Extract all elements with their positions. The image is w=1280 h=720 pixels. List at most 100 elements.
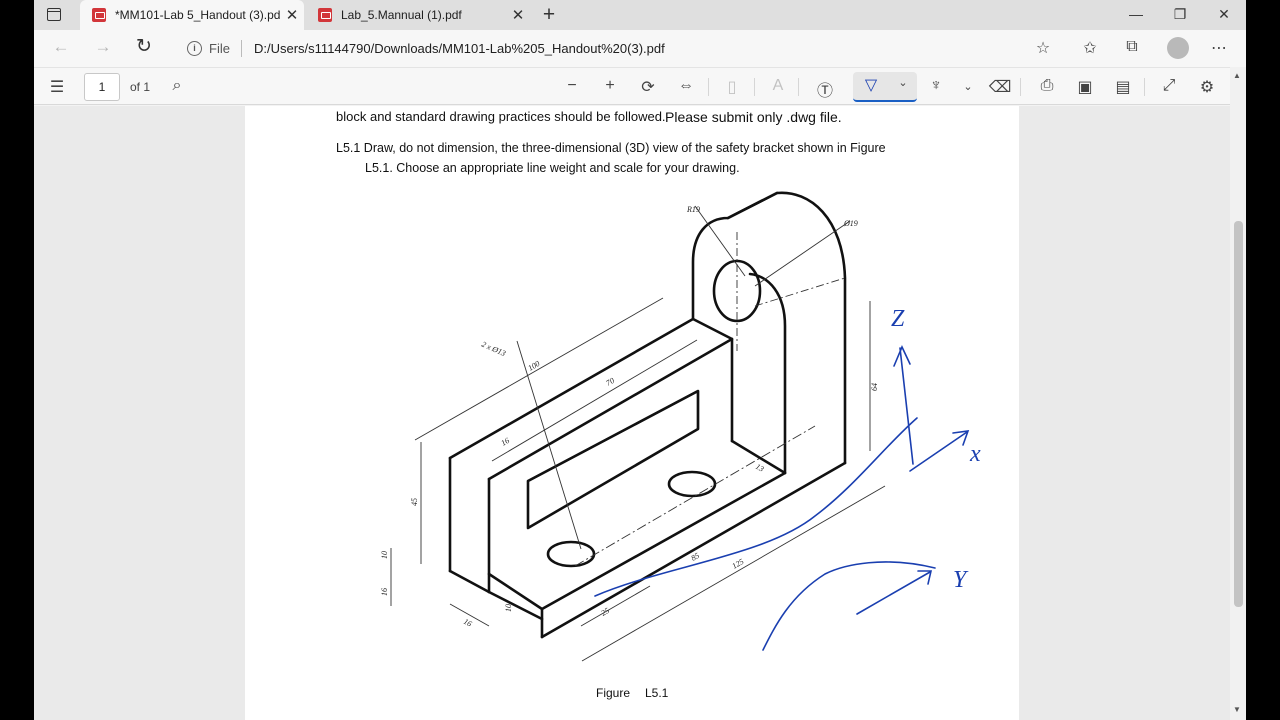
chevron-down-icon[interactable]: ⌄ xyxy=(956,80,980,93)
pdf-file-icon xyxy=(318,8,332,22)
dim-r19: R19 xyxy=(686,205,700,214)
read-aloud-icon[interactable]: A xyxy=(766,77,790,95)
divider xyxy=(798,78,799,96)
dim-16c: 16 xyxy=(462,617,473,629)
ink-y-axis-2 xyxy=(856,571,931,615)
dim-10b: 10 xyxy=(504,604,513,612)
upright-top xyxy=(726,191,779,220)
base-hole-back xyxy=(667,470,717,498)
new-tab-button[interactable]: + xyxy=(537,3,561,27)
dim-100: 100 xyxy=(527,359,542,373)
gear-icon[interactable]: ⚙ xyxy=(1195,77,1219,97)
collections-icon[interactable]: ⧉ xyxy=(1121,38,1143,56)
upright-outline xyxy=(691,191,847,465)
upright-front-edge xyxy=(748,272,787,475)
draw-pen-icon: ▽ xyxy=(864,77,878,94)
address-bar: ← → ↻ i File D:/Users/s11144790/Download… xyxy=(34,30,1246,67)
ink-x-axis xyxy=(909,431,968,472)
back-plate-bottom-front xyxy=(448,569,491,594)
back-button[interactable]: ← xyxy=(50,37,72,57)
leader-dia19 xyxy=(754,220,851,287)
divider xyxy=(1020,78,1021,96)
divider xyxy=(1144,78,1145,96)
back-plate-front-top xyxy=(487,337,734,481)
dim-70: 70 xyxy=(605,376,616,388)
save-as-icon[interactable]: ▤ xyxy=(1111,77,1135,97)
reload-button[interactable]: ↻ xyxy=(133,35,155,58)
rotate-icon[interactable]: ⟳ xyxy=(636,77,660,97)
dim-line-70 xyxy=(491,339,698,462)
dim-line-25 xyxy=(580,585,651,627)
url-field[interactable]: D:/Users/s11144790/Downloads/MM101-Lab%2… xyxy=(254,41,665,56)
figure-caption-number: L5.1 xyxy=(645,686,669,700)
ink-label-x: x xyxy=(969,441,981,467)
tab-handout[interactable]: *MM101-Lab 5_Handout (3).pdf ✕ xyxy=(80,0,304,30)
base-bottom-right xyxy=(540,461,847,639)
leader-r19 xyxy=(694,205,746,277)
dim-125: 125 xyxy=(731,557,746,571)
browser-window: *MM101-Lab 5_Handout (3).pdf ✕ Lab_5.Man… xyxy=(34,0,1246,720)
pdf-file-icon xyxy=(92,8,106,22)
avatar[interactable] xyxy=(1167,37,1189,59)
chevron-down-icon[interactable]: ⌄ xyxy=(891,76,915,89)
leader-holes xyxy=(516,340,582,550)
vertical-scrollbar[interactable]: ▲ ▼ xyxy=(1230,67,1246,720)
isometric-drawing: R19 Ø19 2 x Ø13 100 70 16 45 10 16 16 10… xyxy=(380,191,981,662)
pdf-viewer[interactable]: block and standard drawing practices sho… xyxy=(34,106,1230,720)
page-view-icon[interactable]: ▯ xyxy=(720,77,744,97)
highlight-icon[interactable]: ♆ xyxy=(924,77,948,95)
close-window-button[interactable]: ✕ xyxy=(1214,6,1234,23)
back-plate-top-edge xyxy=(448,317,734,460)
scroll-up-icon[interactable]: ▲ xyxy=(1233,71,1241,80)
ink-label-z: Z xyxy=(891,306,905,332)
fit-page-icon[interactable]: ⇔ xyxy=(674,77,698,95)
minimize-button[interactable]: — xyxy=(1126,6,1146,22)
base-hole-front xyxy=(546,540,596,568)
dim-dia19: Ø19 xyxy=(843,219,858,228)
scheme-label: File xyxy=(209,41,230,56)
base-top-front xyxy=(487,590,544,621)
page-total: of 1 xyxy=(130,80,151,94)
divider xyxy=(708,78,709,96)
restore-button[interactable]: ❐ xyxy=(1170,6,1190,23)
tab-actions-icon[interactable] xyxy=(47,8,61,21)
dim-16b: 16 xyxy=(380,588,389,596)
ink-curve xyxy=(594,417,918,597)
scroll-down-icon[interactable]: ▼ xyxy=(1233,705,1241,714)
tab-manual[interactable]: Lab_5.Mannual (1).pdf ✕ xyxy=(306,0,530,30)
print-icon[interactable]: ⎙ xyxy=(1035,77,1059,95)
add-favorite-icon[interactable]: ☆ xyxy=(1032,38,1054,58)
pdf-toolbar: ☰ 1 of 1 ⌕ − + ⟳ ⇔ ▯ A Ⓣ ▽ ⌄ ♆ ⌄ ⌫ ⎙ ▣ ▤… xyxy=(34,67,1246,105)
save-icon[interactable]: ▣ xyxy=(1073,77,1097,97)
close-tab-icon[interactable]: ✕ xyxy=(506,6,530,24)
text-box-icon[interactable]: Ⓣ xyxy=(813,77,837,101)
more-menu-icon[interactable]: ⋯ xyxy=(1208,38,1230,58)
dim-line-100 xyxy=(414,297,664,441)
slot-inner-edge xyxy=(526,389,700,483)
close-tab-icon[interactable]: ✕ xyxy=(280,6,304,24)
favorites-icon[interactable]: ✩ xyxy=(1079,38,1101,58)
page-number-input[interactable]: 1 xyxy=(84,73,120,101)
draw-button[interactable]: ▽ ⌄ xyxy=(853,72,917,102)
dim-64: 64 xyxy=(870,383,879,391)
search-icon[interactable]: ⌕ xyxy=(165,77,189,95)
contents-icon[interactable]: ☰ xyxy=(45,77,69,97)
fullscreen-icon[interactable]: ⤢ xyxy=(1157,77,1181,95)
zoom-in-icon[interactable]: + xyxy=(598,77,622,95)
forward-button[interactable]: → xyxy=(92,37,114,57)
eraser-icon[interactable]: ⌫ xyxy=(988,77,1012,97)
dim-16a: 16 xyxy=(500,436,511,448)
ink-z-axis xyxy=(899,347,914,465)
dim-10a: 10 xyxy=(380,551,389,559)
scroll-thumb[interactable] xyxy=(1234,221,1243,607)
dim-25: 25 xyxy=(600,606,611,618)
zoom-out-icon[interactable]: − xyxy=(560,77,584,95)
pdf-page: block and standard drawing practices sho… xyxy=(245,106,1019,720)
info-icon[interactable]: i xyxy=(187,41,202,56)
dim-line-125 xyxy=(581,485,886,662)
tab-strip: *MM101-Lab 5_Handout (3).pdf ✕ Lab_5.Man… xyxy=(34,0,1246,30)
tab-title: *MM101-Lab 5_Handout (3).pdf xyxy=(115,8,280,22)
dim-45: 45 xyxy=(410,498,419,506)
ink-label-y: Y xyxy=(953,567,969,593)
ink-y-axis xyxy=(762,561,936,651)
